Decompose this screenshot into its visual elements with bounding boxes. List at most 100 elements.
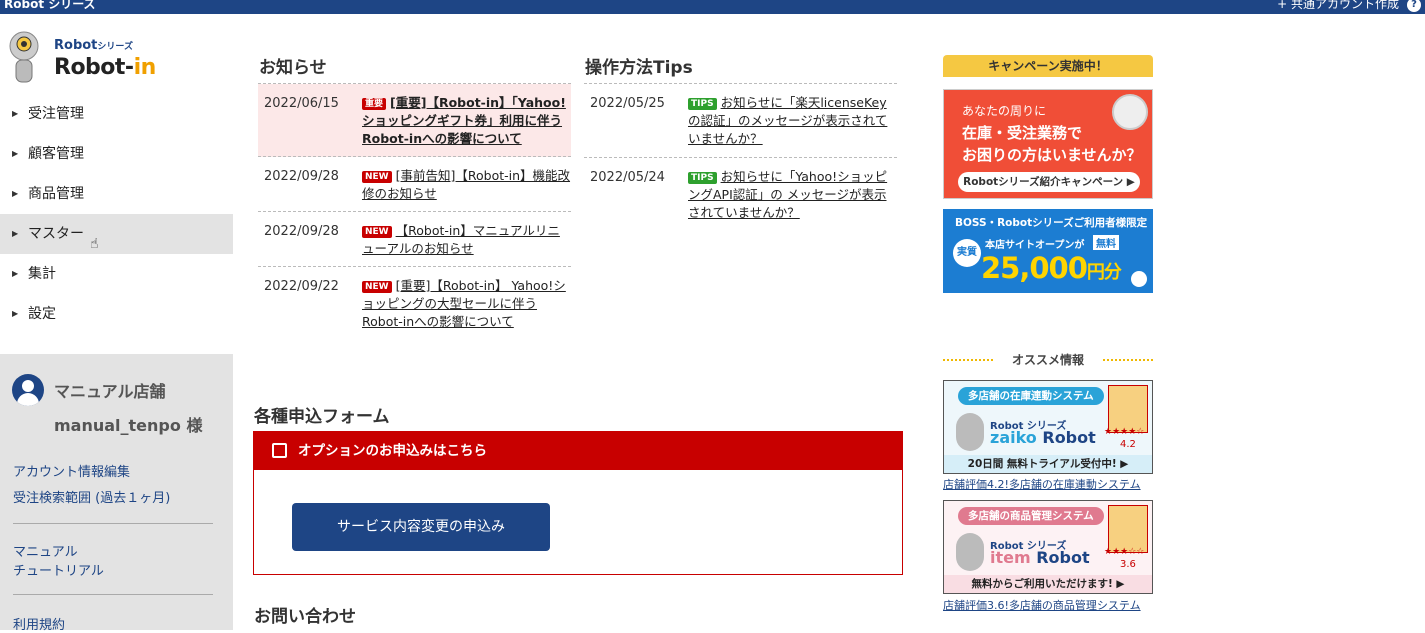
tips-date: 2022/05/25 xyxy=(590,96,665,111)
important-badge: 重要 xyxy=(362,98,387,110)
tutorial-link[interactable]: チュートリアル xyxy=(13,560,104,579)
product-name-a: item xyxy=(990,548,1031,567)
banner-line: 在庫・受注業務で xyxy=(962,124,1083,142)
top-bar: Robot シリーズ + 共通アカウント作成 ? xyxy=(0,0,1425,14)
option-form-header-label: オプションのお申込みはこちら xyxy=(298,443,487,459)
tips-date: 2022/05/24 xyxy=(590,170,665,185)
product-name-a: zaiko xyxy=(990,428,1037,447)
banner-line: お困りの方はいませんか？ xyxy=(962,146,1142,164)
service-change-button[interactable]: サービス内容変更の申込み xyxy=(292,503,550,551)
product-tag: 多店舗の在庫連動システム xyxy=(958,387,1104,405)
rating-stars: ★★★☆☆ xyxy=(1104,547,1145,557)
news-date: 2022/09/28 xyxy=(264,169,339,184)
robot-icon xyxy=(956,413,984,451)
news-link[interactable]: 【Robot-in】マニュアルリニューアルのお知らせ xyxy=(362,223,560,256)
tips-badge: TIPS xyxy=(688,98,717,110)
sidebar: Robotシリーズ Robot-in 受注管理 顧客管理 商品管理 マスター☝ … xyxy=(0,14,233,633)
nav-item-settings[interactable]: 設定 xyxy=(0,294,233,334)
option-form-box: オプションのお申込みはこちら サービス内容変更の申込み xyxy=(253,431,903,575)
campaign-tag: キャンペーン実施中！ xyxy=(943,55,1153,77)
terms-link[interactable]: 利用規約 xyxy=(13,614,65,633)
tips-link[interactable]: お知らせに「Yahoo!ショッピングAPI認証」の メッセージが表示されていませ… xyxy=(688,169,887,220)
banner-line: あなたの周りに xyxy=(962,104,1047,118)
tips-item[interactable]: 2022/05/25 TIPS お知らせに「楽天licenseKeyの認証」のメッ… xyxy=(584,84,897,158)
zaiko-robot-link[interactable]: 店舗評価4.2!多店舗の在庫連動システム xyxy=(943,476,1141,492)
nav-item-reports[interactable]: 集計 xyxy=(0,254,233,294)
news-date: 2022/09/28 xyxy=(264,224,339,239)
recommend-title: オススメ情報 xyxy=(943,351,1153,368)
real-badge: 実質 xyxy=(953,239,981,267)
campaign-cta: Robotシリーズ紹介キャンペーン ▶ xyxy=(958,172,1140,192)
referral-campaign-banner[interactable]: あなたの周りに 在庫・受注業務でお困りの方はいませんか？ Robotシリーズ紹介… xyxy=(943,89,1153,199)
forms-title: 各種申込フォーム xyxy=(254,407,390,427)
tips-title: 操作方法Tips xyxy=(585,58,693,78)
nav-item-customers[interactable]: 顧客管理 xyxy=(0,134,233,174)
tips-list: 2022/05/25 TIPS お知らせに「楽天licenseKeyの認証」のメッ… xyxy=(584,84,897,231)
news-list: 2022/06/15 重要 [重要]【Robot-in】「Yahoo!ショッピング… xyxy=(258,84,571,339)
create-common-account-link[interactable]: + 共通アカウント作成 xyxy=(1277,0,1399,11)
manual-link[interactable]: マニュアル xyxy=(13,541,78,560)
banner-line: 本店サイトオープンが xyxy=(985,240,1085,251)
new-badge: NEW xyxy=(362,171,392,183)
award-icon xyxy=(1108,385,1148,433)
logo-name: Robot- xyxy=(54,55,134,80)
store-opening-banner[interactable]: BOSS・Robotシリーズご利用者様限定 実質 本店サイトオープンが 無料 2… xyxy=(943,209,1153,293)
tips-item[interactable]: 2022/05/24 TIPS お知らせに「Yahoo!ショッピングAPI認証」の… xyxy=(584,158,897,231)
login-name: manual_tenpo 様 xyxy=(54,416,203,435)
help-icon[interactable]: ? xyxy=(1407,0,1421,12)
amount-unit: 円分 xyxy=(1086,262,1122,283)
logo-series-small: シリーズ xyxy=(97,42,133,52)
robot-mascot-icon xyxy=(9,31,39,83)
tips-link[interactable]: お知らせに「楽天licenseKeyの認証」のメッセージが表示されていませんか？ xyxy=(688,95,887,146)
news-link[interactable]: [重要]【Robot-in】「Yahoo!ショッピングギフト券」利用に伴うRob… xyxy=(362,95,566,146)
nav-item-products[interactable]: 商品管理 xyxy=(0,174,233,214)
user-panel: マニュアル店舗 manual_tenpo 様 アカウント情報編集 受注検索範囲 … xyxy=(0,354,233,633)
logo-series: Robot xyxy=(54,38,98,53)
item-robot-link[interactable]: 店舗評価3.6!多店舗の商品管理システム xyxy=(943,597,1141,613)
nav-item-master[interactable]: マスター☝ xyxy=(0,214,233,254)
nav-item-orders[interactable]: 受注管理 xyxy=(0,94,233,134)
news-date: 2022/09/22 xyxy=(264,279,339,294)
shop-name: マニュアル店舗 xyxy=(54,382,166,401)
account-edit-link[interactable]: アカウント情報編集 xyxy=(13,461,130,480)
user-avatar-icon xyxy=(12,374,44,406)
rating-score: 3.6 xyxy=(1120,559,1136,570)
amount: 25,000 xyxy=(981,251,1088,285)
divider xyxy=(13,594,213,595)
product-footer: 20日間 無料トライアル受付中! ▶ xyxy=(944,455,1152,473)
product-name-b: Robot xyxy=(1030,548,1090,567)
order-search-range-link[interactable]: 受注検索範囲 (過去１ヶ月) xyxy=(13,487,170,506)
news-title: お知らせ xyxy=(259,58,327,78)
person-icon xyxy=(1112,94,1148,130)
option-form-header[interactable]: オプションのお申込みはこちら xyxy=(254,432,902,470)
edit-icon xyxy=(272,443,287,458)
free-badge: 無料 xyxy=(1093,235,1119,250)
nav-item-master-label: マスター xyxy=(28,226,84,242)
logo-name-accent: in xyxy=(133,55,157,80)
contact-title: お問い合わせ xyxy=(254,607,356,627)
award-icon xyxy=(1108,505,1148,553)
news-link[interactable]: [事前告知]【Robot-in】機能改修のお知らせ xyxy=(362,168,570,201)
zaiko-robot-banner[interactable]: 多店舗の在庫連動システム Robot シリーズ zaiko Robot ★★★★… xyxy=(943,380,1153,474)
robot-icon xyxy=(956,533,984,571)
robot-in-logo[interactable]: Robotシリーズ Robot-in xyxy=(4,28,174,88)
new-badge: NEW xyxy=(362,281,392,293)
rating-score: 4.2 xyxy=(1120,439,1136,450)
play-icon xyxy=(1131,271,1147,287)
news-date: 2022/06/15 xyxy=(264,96,339,111)
tips-badge: TIPS xyxy=(688,172,717,184)
rating-stars: ★★★★☆ xyxy=(1104,427,1145,437)
brand-label: Robot シリーズ xyxy=(4,0,96,11)
main-nav: 受注管理 顧客管理 商品管理 マスター☝ 集計 設定 xyxy=(0,94,233,334)
new-badge: NEW xyxy=(362,226,392,238)
divider xyxy=(13,523,213,524)
news-item[interactable]: 2022/09/28 NEW [事前告知]【Robot-in】機能改修のお知らせ xyxy=(258,157,571,212)
news-item[interactable]: 2022/09/22 NEW [重要]【Robot-in】 Yahoo!ショッピン… xyxy=(258,267,571,339)
product-name-b: Robot xyxy=(1036,428,1096,447)
banner-line: BOSS・Robotシリーズご利用者様限定 xyxy=(955,217,1148,229)
news-item[interactable]: 2022/06/15 重要 [重要]【Robot-in】「Yahoo!ショッピング… xyxy=(258,84,571,157)
news-link[interactable]: [重要]【Robot-in】 Yahoo!ショッピングの大型セールに伴うRobo… xyxy=(362,278,566,329)
news-item[interactable]: 2022/09/28 NEW 【Robot-in】マニュアルリニューアルのお知らせ xyxy=(258,212,571,267)
item-robot-banner[interactable]: 多店舗の商品管理システム Robot シリーズ item Robot ★★★☆☆… xyxy=(943,500,1153,594)
product-tag: 多店舗の商品管理システム xyxy=(958,507,1104,525)
